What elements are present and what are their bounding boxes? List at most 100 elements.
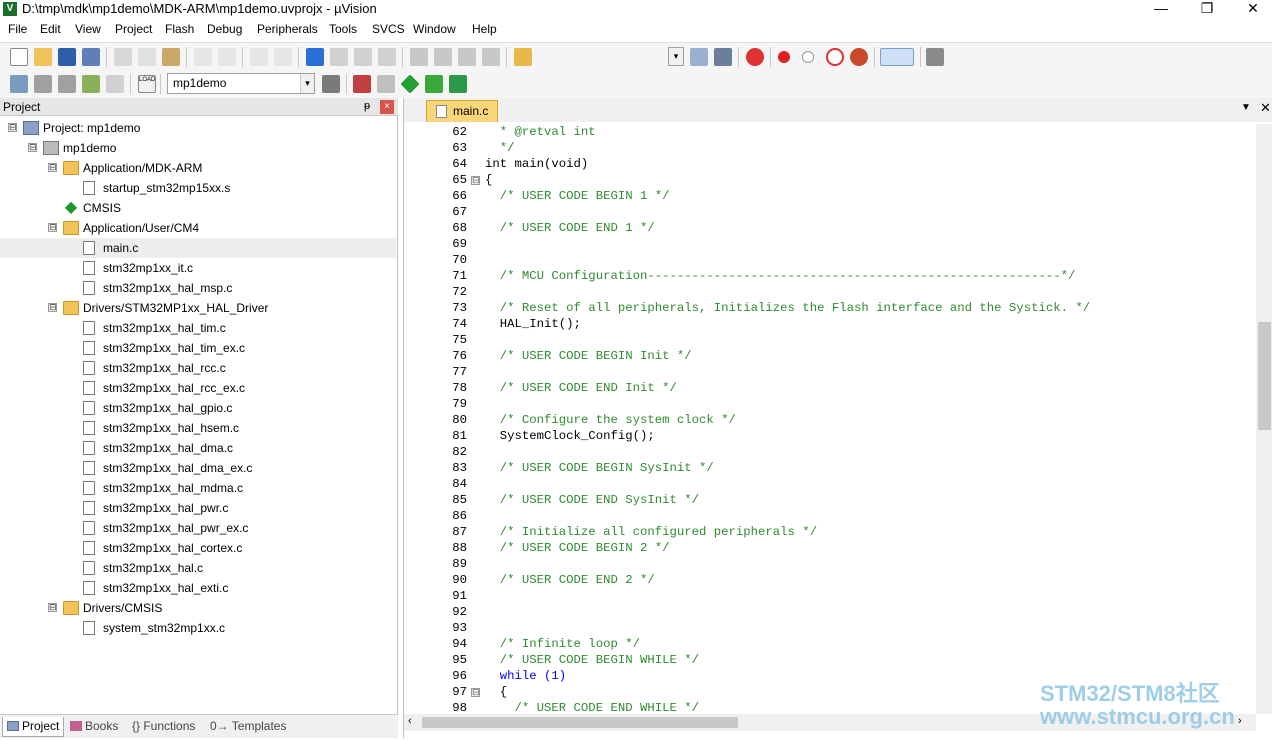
- configure-icon[interactable]: [926, 48, 944, 66]
- uncomment-icon[interactable]: [482, 48, 500, 66]
- code-line[interactable]: 68 /* USER CODE END 1 */: [404, 221, 1256, 237]
- code-line[interactable]: 82: [404, 445, 1256, 461]
- window-layout-icon[interactable]: [880, 48, 914, 66]
- breakpoint-icon[interactable]: [778, 51, 790, 63]
- run-time-environment-icon[interactable]: [400, 74, 420, 94]
- batch-build-icon[interactable]: [82, 75, 100, 93]
- code-line[interactable]: 85 /* USER CODE END SysInit */: [404, 493, 1256, 509]
- tree-item[interactable]: stm32mp1xx_hal_tim.c: [0, 318, 396, 338]
- code-line[interactable]: 91: [404, 589, 1256, 605]
- code-line[interactable]: 78 /* USER CODE END Init */: [404, 381, 1256, 397]
- fold-icon[interactable]: ⊟: [471, 688, 480, 697]
- tab-books[interactable]: Books: [66, 717, 122, 737]
- maximize-button[interactable]: ❐: [1184, 0, 1230, 18]
- tree-item[interactable]: stm32mp1xx_hal_rcc_ex.c: [0, 378, 396, 398]
- tab-project[interactable]: Project: [2, 717, 65, 737]
- code-line[interactable]: 95 /* USER CODE BEGIN WHILE */: [404, 653, 1256, 669]
- tree-item[interactable]: stm32mp1xx_hal_rcc.c: [0, 358, 396, 378]
- menu-tools[interactable]: Tools: [329, 22, 357, 36]
- pin-icon[interactable]: ᵽ: [364, 100, 370, 112]
- translate-icon[interactable]: [10, 75, 28, 93]
- next-bookmark-icon[interactable]: [354, 48, 372, 66]
- tree-item[interactable]: stm32mp1xx_hal_mdma.c: [0, 478, 396, 498]
- select-software-packs-icon[interactable]: [449, 75, 467, 93]
- tree-item[interactable]: stm32mp1xx_hal_dma_ex.c: [0, 458, 396, 478]
- tree-item[interactable]: stm32mp1xx_hal_msp.c: [0, 278, 396, 298]
- code-line[interactable]: 90 /* USER CODE END 2 */: [404, 573, 1256, 589]
- find-icon[interactable]: [690, 48, 708, 66]
- target-options-icon[interactable]: [322, 75, 340, 93]
- tree-item[interactable]: stm32mp1xx_hal.c: [0, 558, 396, 578]
- scroll-left-icon[interactable]: ‹: [408, 715, 412, 727]
- kill-all-breakpoints-icon[interactable]: [850, 48, 868, 66]
- menu-svcs[interactable]: SVCS: [372, 22, 405, 36]
- tree-collapse-icon[interactable]: ⊟: [8, 123, 17, 132]
- tab-functions[interactable]: {} Functions: [128, 717, 199, 737]
- code-line[interactable]: 69: [404, 237, 1256, 253]
- code-line[interactable]: 83 /* USER CODE BEGIN SysInit */: [404, 461, 1256, 477]
- fold-icon[interactable]: ⊟: [471, 176, 480, 185]
- tree-item[interactable]: stm32mp1xx_hal_tim_ex.c: [0, 338, 396, 358]
- code-line[interactable]: 70: [404, 253, 1256, 269]
- code-line[interactable]: 77: [404, 365, 1256, 381]
- tab-list-dropdown-icon[interactable]: ▼: [1241, 102, 1251, 113]
- menu-view[interactable]: View: [75, 22, 101, 36]
- tree-item[interactable]: ⊟ Application/MDK-ARM: [0, 158, 396, 178]
- disable-all-breakpoints-icon[interactable]: [826, 48, 844, 66]
- incremental-find-icon[interactable]: [714, 48, 732, 66]
- undo-icon[interactable]: [194, 48, 212, 66]
- tab-templates[interactable]: 0→ Templates: [206, 717, 290, 737]
- tree-item[interactable]: ◆ CMSIS: [0, 198, 396, 218]
- code-line[interactable]: 72: [404, 285, 1256, 301]
- code-line[interactable]: 74 HAL_Init();: [404, 317, 1256, 333]
- vertical-scroll-thumb[interactable]: [1258, 322, 1271, 430]
- close-window-button[interactable]: ✕: [1230, 0, 1272, 18]
- tree-collapse-icon[interactable]: ⊟: [48, 163, 57, 172]
- unindent-icon[interactable]: [434, 48, 452, 66]
- bookmark-icon[interactable]: [306, 48, 324, 66]
- paste-icon[interactable]: [162, 48, 180, 66]
- horizontal-scroll-thumb[interactable]: [422, 717, 738, 728]
- vertical-scrollbar[interactable]: [1256, 124, 1272, 714]
- code-line[interactable]: 66 /* USER CODE BEGIN 1 */: [404, 189, 1256, 205]
- manage-components-icon[interactable]: [353, 75, 371, 93]
- code-line[interactable]: 92: [404, 605, 1256, 621]
- tree-item[interactable]: stm32mp1xx_hal_exti.c: [0, 578, 396, 598]
- tree-collapse-icon[interactable]: ⊟: [28, 143, 37, 152]
- tab-main-c[interactable]: main.c: [426, 100, 498, 122]
- prev-bookmark-icon[interactable]: [330, 48, 348, 66]
- code-line[interactable]: 86: [404, 509, 1256, 525]
- minimize-button[interactable]: —: [1138, 0, 1184, 18]
- code-line[interactable]: 87 /* Initialize all configured peripher…: [404, 525, 1256, 541]
- stop-build-icon[interactable]: [106, 75, 124, 93]
- tree-item[interactable]: stm32mp1xx_it.c: [0, 258, 396, 278]
- tree-item[interactable]: stm32mp1xx_hal_pwr.c: [0, 498, 396, 518]
- tree-item[interactable]: stm32mp1xx_hal_cortex.c: [0, 538, 396, 558]
- tree-item[interactable]: stm32mp1xx_hal_gpio.c: [0, 398, 396, 418]
- redo-icon[interactable]: [218, 48, 236, 66]
- menu-file[interactable]: File: [8, 22, 27, 36]
- new-file-icon[interactable]: [10, 48, 28, 66]
- comment-icon[interactable]: [458, 48, 476, 66]
- code-line[interactable]: 88 /* USER CODE BEGIN 2 */: [404, 541, 1256, 557]
- navigate-back-icon[interactable]: [250, 48, 268, 66]
- tree-item[interactable]: startup_stm32mp15xx.s: [0, 178, 396, 198]
- close-tab-icon[interactable]: ✕: [1260, 100, 1271, 116]
- indent-icon[interactable]: [410, 48, 428, 66]
- tree-collapse-icon[interactable]: ⊟: [48, 303, 57, 312]
- open-folder-icon[interactable]: [34, 48, 52, 66]
- code-line[interactable]: 81 SystemClock_Config();: [404, 429, 1256, 445]
- target-select[interactable]: mp1demo ▾: [167, 73, 315, 94]
- navigate-forward-icon[interactable]: [274, 48, 292, 66]
- tree-item[interactable]: system_stm32mp1xx.c: [0, 618, 396, 638]
- code-line[interactable]: 93: [404, 621, 1256, 637]
- tree-item[interactable]: stm32mp1xx_hal_hsem.c: [0, 418, 396, 438]
- code-line[interactable]: 62 * @retval int: [404, 125, 1256, 141]
- code-line[interactable]: 84: [404, 477, 1256, 493]
- tree-item[interactable]: main.c: [0, 238, 396, 258]
- code-line[interactable]: 94 /* Infinite loop */: [404, 637, 1256, 653]
- code-line[interactable]: 75: [404, 333, 1256, 349]
- code-line[interactable]: 67: [404, 205, 1256, 221]
- tree-item[interactable]: ⊟ mp1demo: [0, 138, 396, 158]
- clear-bookmarks-icon[interactable]: [378, 48, 396, 66]
